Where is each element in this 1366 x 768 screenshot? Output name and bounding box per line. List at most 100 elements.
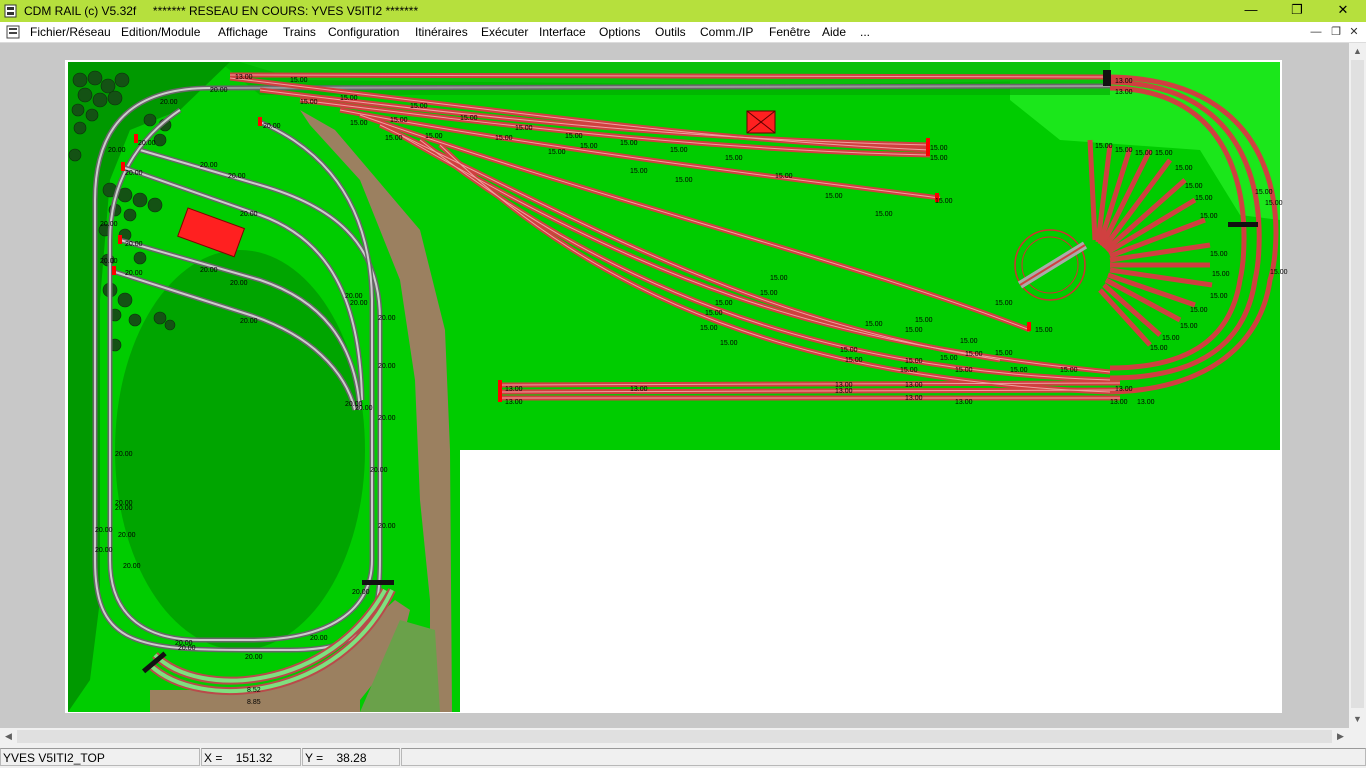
scroll-up-arrow-icon[interactable]: ▲ (1349, 43, 1366, 60)
svg-text:20.00: 20.00 (100, 258, 118, 265)
svg-text:13.00: 13.00 (1115, 89, 1133, 96)
svg-text:20.00: 20.00 (210, 87, 228, 94)
svg-text:15.00: 15.00 (1162, 335, 1180, 342)
minimize-button[interactable]: — (1228, 0, 1274, 22)
svg-text:15.00: 15.00 (1210, 293, 1228, 300)
svg-text:15.00: 15.00 (425, 133, 443, 140)
svg-text:20.00: 20.00 (178, 645, 196, 652)
menu-more[interactable]: ... (860, 25, 870, 39)
svg-text:20.00: 20.00 (200, 267, 218, 274)
svg-text:20.00: 20.00 (240, 318, 258, 325)
svg-text:20.00: 20.00 (230, 280, 248, 287)
svg-text:20.00: 20.00 (125, 241, 143, 248)
layout-canvas[interactable]: 13.00 15.00 15.00 15.00 15.00 15.00 15.00 15… (0, 43, 1349, 728)
svg-text:13.00: 13.00 (235, 74, 253, 81)
svg-text:13.00: 13.00 (1137, 399, 1155, 406)
svg-text:15.00: 15.00 (300, 99, 318, 106)
svg-text:15.00: 15.00 (1010, 367, 1028, 374)
menu-comm-ip[interactable]: Comm./IP (700, 25, 753, 39)
svg-text:15.00: 15.00 (1212, 271, 1230, 278)
svg-text:20.00: 20.00 (115, 451, 133, 458)
svg-text:15.00: 15.00 (1155, 150, 1173, 157)
mdi-close-button[interactable]: ✕ (1345, 24, 1363, 40)
svg-text:15.00: 15.00 (1195, 195, 1213, 202)
svg-text:15.00: 15.00 (1175, 165, 1193, 172)
menu-aide[interactable]: Aide (822, 25, 846, 39)
svg-text:15.00: 15.00 (515, 125, 533, 132)
menu-executer[interactable]: Exécuter (481, 25, 528, 39)
svg-text:15.00: 15.00 (1200, 213, 1218, 220)
svg-text:15.00: 15.00 (620, 140, 638, 147)
svg-text:15.00: 15.00 (905, 358, 923, 365)
svg-text:15.00: 15.00 (1270, 269, 1288, 276)
svg-text:15.00: 15.00 (548, 149, 566, 156)
svg-text:20.00: 20.00 (378, 315, 396, 322)
menu-configuration[interactable]: Configuration (328, 25, 399, 39)
svg-text:20.00: 20.00 (378, 363, 396, 370)
svg-text:15.00: 15.00 (1095, 143, 1113, 150)
scroll-left-arrow-icon[interactable]: ◀ (0, 728, 17, 745)
tunnel-portal-right (1228, 222, 1258, 227)
svg-text:13.00: 13.00 (905, 395, 923, 402)
svg-text:20.00: 20.00 (108, 147, 126, 154)
svg-text:15.00: 15.00 (1265, 200, 1283, 207)
document-icon[interactable] (6, 25, 20, 39)
svg-text:13.00: 13.00 (905, 382, 923, 389)
app-icon[interactable] (4, 4, 17, 18)
svg-text:15.00: 15.00 (1180, 323, 1198, 330)
svg-text:15.00: 15.00 (715, 300, 733, 307)
svg-text:13.00: 13.00 (505, 399, 523, 406)
restore-button[interactable]: ❐ (1274, 0, 1320, 22)
svg-text:15.00: 15.00 (385, 135, 403, 142)
menu-trains[interactable]: Trains (283, 25, 316, 39)
svg-text:15.00: 15.00 (825, 193, 843, 200)
svg-text:20.00: 20.00 (200, 162, 218, 169)
menu-affichage[interactable]: Affichage (218, 25, 268, 39)
svg-text:15.00: 15.00 (1035, 327, 1053, 334)
menu-interface[interactable]: Interface (539, 25, 586, 39)
svg-text:13.00: 13.00 (1110, 399, 1128, 406)
svg-text:15.00: 15.00 (675, 177, 693, 184)
svg-text:13.00: 13.00 (1115, 78, 1133, 85)
status-network-name: YVES V5ITI2_TOP (0, 748, 200, 766)
menu-options[interactable]: Options (599, 25, 640, 39)
scroll-right-arrow-icon[interactable]: ▶ (1332, 728, 1349, 745)
svg-text:15.00: 15.00 (840, 347, 858, 354)
tunnel-portal-top (1103, 70, 1111, 86)
svg-text:20.00: 20.00 (138, 140, 156, 147)
svg-text:15.00: 15.00 (340, 95, 358, 102)
menu-fenetre[interactable]: Fenêtre (769, 25, 810, 39)
svg-text:20.00: 20.00 (118, 532, 136, 539)
svg-text:13.00: 13.00 (505, 386, 523, 393)
svg-text:15.00: 15.00 (845, 357, 863, 364)
horizontal-scroll-thumb[interactable] (17, 730, 1332, 743)
menu-itineraires[interactable]: Itinéraires (415, 25, 468, 39)
scroll-down-arrow-icon[interactable]: ▼ (1349, 711, 1366, 728)
svg-text:15.00: 15.00 (930, 145, 948, 152)
layout-drawing[interactable]: 13.00 15.00 15.0015.00 15.00 15.00 15.0015… (0, 43, 1349, 728)
svg-text:13.00: 13.00 (630, 386, 648, 393)
svg-text:15.00: 15.00 (1115, 147, 1133, 154)
mdi-restore-button[interactable]: ❐ (1327, 24, 1345, 40)
menu-outils[interactable]: Outils (655, 25, 686, 39)
svg-text:20.00: 20.00 (95, 527, 113, 534)
svg-text:15.00: 15.00 (495, 135, 513, 142)
status-empty-panel (401, 748, 1366, 766)
building-small (746, 110, 776, 134)
svg-text:8.85: 8.85 (247, 699, 261, 706)
svg-text:15.00: 15.00 (630, 168, 648, 175)
svg-text:15.00: 15.00 (875, 211, 893, 218)
svg-text:15.00: 15.00 (940, 355, 958, 362)
svg-text:15.00: 15.00 (960, 338, 978, 345)
svg-text:15.00: 15.00 (290, 77, 308, 84)
svg-text:15.00: 15.00 (1210, 251, 1228, 258)
menu-edition[interactable]: Edition/Module (121, 25, 200, 39)
svg-text:15.00: 15.00 (1135, 150, 1153, 157)
menu-fichier[interactable]: Fichier/Réseau (30, 25, 111, 39)
svg-text:15.00: 15.00 (1150, 345, 1168, 352)
close-button[interactable]: ✕ (1320, 0, 1366, 22)
svg-text:15.00: 15.00 (935, 198, 953, 205)
vertical-scroll-thumb[interactable] (1351, 60, 1364, 708)
mdi-minimize-button[interactable]: — (1307, 24, 1325, 40)
svg-text:13.00: 13.00 (955, 399, 973, 406)
